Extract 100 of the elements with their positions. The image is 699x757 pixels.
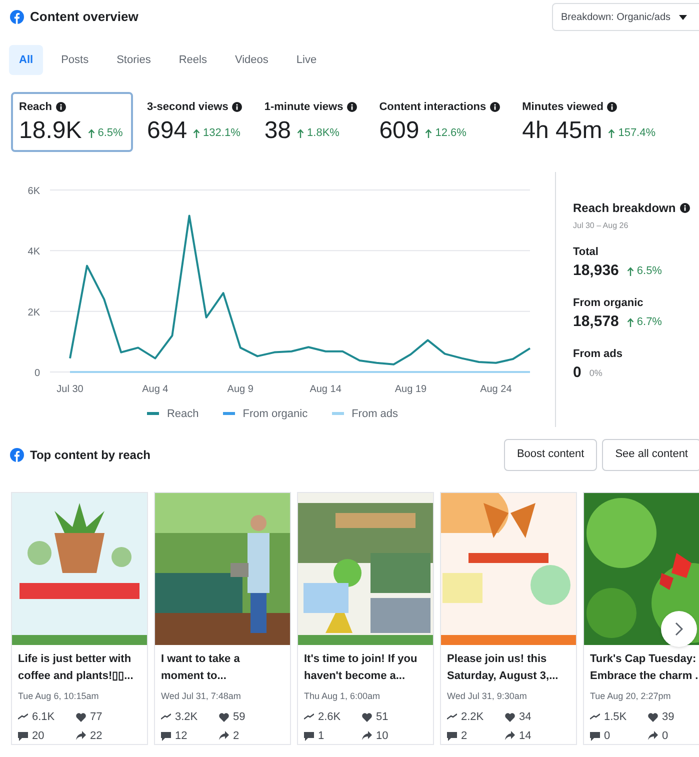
stat-value: 6.1K bbox=[32, 710, 55, 725]
post-card[interactable]: It's time to join! If you haven't become a... Thu Aug 1, 6:00am 2.6K 51 1 10 bbox=[297, 492, 434, 745]
stat-value: 2 bbox=[461, 728, 468, 744]
caret-icon bbox=[678, 14, 687, 20]
x-tick-label: Aug 14 bbox=[310, 384, 342, 394]
stat-value: 51 bbox=[376, 710, 388, 725]
section-title: Content overview bbox=[30, 8, 138, 26]
trend-icon bbox=[447, 713, 457, 722]
metric-card[interactable]: Reach 18.9K 6.5% bbox=[11, 92, 133, 152]
metric-card[interactable]: 1-minute views 38 1.8K% bbox=[256, 92, 366, 152]
x-tick-label: Aug 4 bbox=[142, 384, 168, 394]
metric-label: Content interactions bbox=[379, 100, 486, 115]
stat-value: 1 bbox=[318, 728, 324, 744]
stat-value: 0 bbox=[604, 728, 610, 744]
y-tick-label: 6K bbox=[28, 186, 40, 196]
y-tick-label: 0 bbox=[34, 368, 40, 378]
change-percent: 6.5% bbox=[636, 264, 662, 279]
comment-icon bbox=[447, 730, 457, 741]
breakdown-value: 0 bbox=[573, 363, 582, 383]
heart-icon bbox=[648, 712, 658, 722]
share-icon bbox=[505, 731, 515, 740]
post-date: Wed Jul 31, 9:30am bbox=[447, 690, 528, 702]
info-icon[interactable] bbox=[607, 102, 618, 112]
post-text: I want to take a moment to... bbox=[161, 652, 241, 684]
post-card[interactable]: I want to take a moment to... Wed Jul 31, 7:48am 3.2K 59 12 2 bbox=[154, 492, 291, 745]
stat-value: 1.5K bbox=[604, 710, 627, 725]
chevron-right-icon bbox=[675, 622, 683, 636]
stat-value: 14 bbox=[519, 728, 532, 744]
metric-card[interactable]: Content interactions 609 12.6% bbox=[371, 92, 508, 152]
legend-swatch-icon bbox=[146, 412, 159, 416]
info-icon[interactable] bbox=[490, 102, 500, 112]
filter-tab[interactable]: Live bbox=[286, 45, 327, 75]
action-button[interactable]: Boost content bbox=[504, 438, 598, 470]
y-tick-label: 2K bbox=[28, 306, 40, 318]
change-percent: 157.4% bbox=[618, 126, 656, 142]
comment-icon bbox=[590, 730, 600, 741]
heart-icon bbox=[219, 712, 229, 722]
share-icon bbox=[648, 731, 658, 740]
metric-value: 694 bbox=[147, 116, 188, 146]
post-text: It's time to join! If you haven't become a... bbox=[304, 652, 418, 684]
date-range: Jul 30 – Aug 26 bbox=[573, 220, 630, 232]
change-percent: 1.8K% bbox=[307, 126, 340, 142]
section-title: Top content by reach bbox=[30, 446, 150, 464]
action-button[interactable]: See all content bbox=[602, 438, 699, 470]
breakdown-dropdown[interactable]: Breakdown: Organic/ads bbox=[552, 3, 699, 31]
stat-value: 3.2K bbox=[175, 710, 198, 725]
legend-label: From organic bbox=[242, 406, 308, 422]
metric-value: 609 bbox=[379, 116, 420, 146]
breakdown-value: 18,936 bbox=[573, 261, 619, 281]
x-tick-label: Aug 9 bbox=[227, 384, 254, 394]
comment-icon bbox=[304, 730, 314, 741]
x-tick-label: Jul 30 bbox=[56, 384, 84, 394]
post-text: Life is just better with coffee and plants!▯▯... bbox=[18, 652, 134, 684]
stat-value: 20 bbox=[32, 728, 44, 744]
trend-icon bbox=[304, 713, 314, 722]
heart-icon bbox=[505, 712, 515, 722]
post-date: Thu Aug 1, 6:00am bbox=[304, 690, 382, 703]
legend-swatch-icon bbox=[222, 412, 235, 416]
stat-value: 0 bbox=[662, 728, 668, 744]
x-tick-label: Aug 24 bbox=[480, 384, 512, 394]
metric-label: Reach bbox=[19, 100, 52, 115]
metric-card[interactable]: 3-second views 694 132.1% bbox=[139, 92, 250, 152]
stat-value: 2 bbox=[233, 728, 240, 744]
share-icon bbox=[219, 731, 229, 740]
breakdown-label: Total bbox=[573, 244, 600, 260]
info-icon[interactable] bbox=[56, 102, 66, 112]
stat-value: 2.2K bbox=[461, 710, 484, 725]
logo-icon bbox=[10, 10, 24, 24]
post-card[interactable]: Please join us! this Saturday, August 3,... Wed Jul 31, 9:30am 2.2K 34 2 14 bbox=[440, 492, 577, 745]
filter-tab[interactable]: Posts bbox=[51, 45, 99, 75]
post-date: Tue Aug 20, 2:27pm bbox=[590, 690, 672, 703]
change-percent: 12.6% bbox=[435, 126, 466, 142]
change-percent: 6.5% bbox=[98, 126, 123, 142]
filter-tab[interactable]: Reels bbox=[168, 45, 217, 75]
stat-value: 59 bbox=[233, 710, 246, 725]
breakdown-label: From organic bbox=[573, 296, 644, 310]
logo-icon bbox=[10, 448, 24, 462]
trend-icon bbox=[18, 713, 28, 722]
trend-icon bbox=[161, 713, 171, 722]
legend-swatch-icon bbox=[332, 412, 344, 416]
filter-tab[interactable]: Videos bbox=[224, 45, 278, 75]
x-tick-label: Aug 19 bbox=[394, 384, 427, 394]
info-icon[interactable] bbox=[232, 102, 242, 112]
stat-value: 12 bbox=[175, 728, 188, 744]
share-icon bbox=[362, 731, 372, 740]
legend-label: From ads bbox=[352, 406, 398, 422]
heart-icon bbox=[362, 712, 372, 722]
metric-card[interactable]: Minutes viewed 4h 45m 157.4% bbox=[514, 92, 664, 152]
metric-label: Minutes viewed bbox=[522, 100, 604, 115]
post-card[interactable]: Life is just better with coffee and plants!▯▯... Tue Aug 6, 10:15am 6.1K 77 20 22 bbox=[11, 492, 148, 745]
stat-value: 22 bbox=[90, 728, 102, 744]
filter-tab[interactable]: All bbox=[9, 45, 44, 75]
post-card[interactable]: Turk's Cap Tuesday: Embrace the charm . Tue Aug 20, 2:27pm 1.5K 39 0 0 bbox=[583, 492, 699, 745]
post-text: Turk's Cap Tuesday: Embrace the charm . bbox=[590, 652, 699, 684]
info-icon[interactable] bbox=[680, 202, 690, 212]
filter-tab[interactable]: Stories bbox=[106, 45, 161, 75]
stat-value: 10 bbox=[376, 728, 388, 744]
info-icon[interactable] bbox=[347, 102, 358, 112]
legend-label: Reach bbox=[166, 406, 199, 422]
post-date: Tue Aug 6, 10:15am bbox=[18, 690, 100, 703]
